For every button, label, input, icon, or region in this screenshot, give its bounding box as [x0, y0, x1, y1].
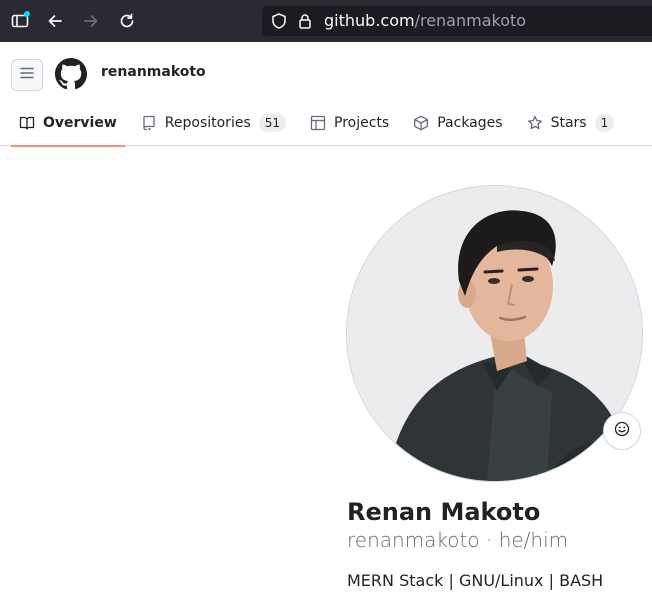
url-host: github.com — [324, 11, 415, 30]
tab-projects-label: Projects — [334, 115, 390, 131]
profile-separator: · — [485, 528, 493, 552]
shield-icon[interactable] — [270, 12, 288, 35]
profile-login: renanmakoto — [347, 528, 480, 552]
star-icon — [527, 115, 543, 131]
profile-pronouns: he/him — [498, 528, 569, 552]
url-text: github.com/renanmakoto — [324, 6, 526, 36]
address-bar[interactable]: github.com/renanmakoto — [262, 6, 652, 36]
sidebar-icon[interactable] — [8, 9, 32, 33]
package-icon — [413, 115, 429, 131]
tab-packages-label: Packages — [437, 115, 503, 131]
lock-icon[interactable] — [296, 12, 314, 35]
profile-avatar[interactable] — [346, 185, 643, 482]
menu-button[interactable] — [11, 59, 43, 91]
tab-overview-label: Overview — [43, 115, 117, 131]
forward-icon[interactable] — [79, 9, 103, 33]
tab-packages[interactable]: Packages — [405, 100, 510, 146]
profile-full-name: Renan Makoto — [347, 498, 541, 526]
table-icon — [310, 115, 326, 131]
tab-overview[interactable]: Overview — [11, 100, 125, 147]
back-icon[interactable] — [43, 9, 67, 33]
repo-icon — [141, 115, 157, 131]
tab-projects[interactable]: Projects — [302, 100, 397, 146]
smiley-icon — [614, 421, 630, 442]
profile-tabs: Overview Repositories 51 Projects Packag… — [11, 100, 630, 147]
book-icon — [19, 115, 35, 131]
header-username[interactable]: renanmakoto — [101, 64, 206, 80]
reload-icon[interactable] — [115, 9, 139, 33]
tab-repositories[interactable]: Repositories 51 — [133, 100, 294, 146]
tab-repositories-label: Repositories — [164, 115, 251, 131]
profile-login-line: renanmakoto · he/him — [347, 528, 568, 552]
stars-count-badge: 1 — [594, 114, 615, 132]
tab-stars-label: Stars — [550, 115, 587, 131]
github-header: renanmakoto Overview Repositories 51 Pro… — [0, 42, 652, 147]
github-logo-icon[interactable] — [55, 58, 87, 90]
repositories-count-badge: 51 — [258, 114, 287, 132]
hamburger-icon — [19, 65, 35, 86]
tab-stars[interactable]: Stars 1 — [519, 100, 623, 146]
browser-toolbar: github.com/renanmakoto — [0, 0, 652, 42]
profile-bio: MERN Stack | GNU/Linux | BASH — [347, 571, 604, 590]
set-status-button[interactable] — [603, 412, 641, 450]
notification-dot — [24, 11, 30, 17]
url-path: /renanmakoto — [414, 11, 527, 30]
